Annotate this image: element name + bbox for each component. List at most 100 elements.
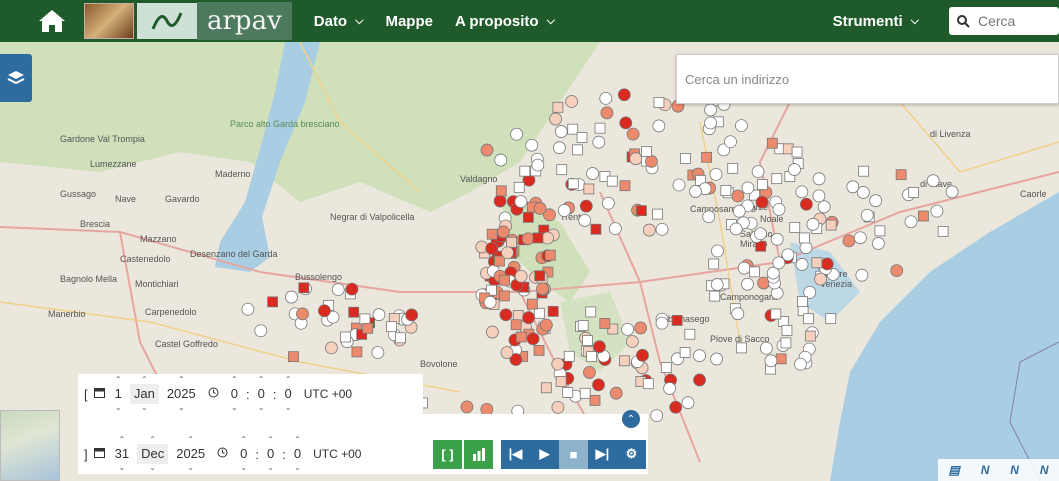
end-year-stepper[interactable]: ⌃ 2025 ⌄ (172, 434, 209, 474)
station-marker-circle[interactable] (514, 195, 528, 209)
station-marker-circle[interactable] (405, 308, 419, 322)
chevron-up-icon[interactable]: ⌃ (187, 436, 194, 444)
chevron-up-icon[interactable]: ⌃ (178, 376, 185, 384)
station-marker-square[interactable] (340, 331, 351, 343)
station-marker-circle[interactable] (709, 167, 723, 181)
start-second[interactable]: 0 (280, 384, 295, 404)
chevron-down-icon[interactable]: ⌄ (115, 404, 122, 412)
station-marker-square[interactable] (567, 178, 579, 190)
station-marker-circle[interactable] (480, 143, 494, 157)
chevron-up-icon[interactable]: ⌃ (119, 436, 126, 444)
station-marker-circle[interactable] (754, 227, 767, 241)
station-marker-circle[interactable] (296, 307, 309, 321)
end-minute-stepper[interactable]: ⌃ 0 ⌄ (263, 434, 278, 474)
station-marker-square[interactable] (756, 179, 768, 190)
station-marker-square[interactable] (562, 386, 574, 398)
station-marker-square[interactable] (671, 315, 683, 326)
station-marker-square[interactable] (589, 395, 601, 406)
station-marker-circle[interactable] (812, 172, 826, 186)
start-day[interactable]: 1 (111, 384, 126, 404)
station-marker-circle[interactable] (629, 152, 643, 166)
chevron-down-icon[interactable]: ⌄ (285, 404, 292, 412)
station-marker-square[interactable] (544, 249, 556, 261)
station-marker-circle[interactable] (541, 231, 555, 245)
station-marker-circle[interactable] (318, 304, 331, 318)
station-marker-circle[interactable] (871, 237, 885, 250)
station-marker-circle[interactable] (794, 357, 807, 371)
station-marker-square[interactable] (583, 183, 595, 195)
station-marker-circle[interactable] (485, 325, 499, 339)
station-marker-square[interactable] (858, 165, 870, 177)
station-marker-circle[interactable] (689, 185, 702, 198)
station-marker-square[interactable] (641, 146, 652, 157)
station-marker-circle[interactable] (536, 282, 549, 296)
station-marker-circle[interactable] (770, 232, 784, 246)
station-marker-circle[interactable] (557, 204, 571, 217)
station-marker-square[interactable] (797, 296, 808, 307)
station-marker-circle[interactable] (795, 185, 809, 199)
station-marker-circle[interactable] (735, 119, 748, 133)
station-marker-circle[interactable] (579, 199, 593, 213)
station-marker-circle[interactable] (729, 222, 743, 236)
station-marker-circle[interactable] (554, 125, 568, 138)
station-marker-square[interactable] (359, 313, 371, 325)
station-marker-square[interactable] (720, 185, 732, 196)
station-marker-circle[interactable] (817, 200, 831, 214)
station-marker-circle[interactable] (494, 153, 508, 167)
end-second[interactable]: 0 (290, 444, 305, 464)
station-marker-square[interactable] (513, 181, 525, 193)
station-marker-circle[interactable] (652, 119, 666, 133)
station-marker-square[interactable] (874, 225, 886, 237)
station-marker-circle[interactable] (551, 357, 565, 371)
station-marker-square[interactable] (599, 318, 611, 329)
station-marker-square[interactable] (386, 321, 397, 333)
end-hour-stepper[interactable]: ⌃ 0 ⌄ (236, 434, 251, 474)
station-marker-circle[interactable] (731, 189, 745, 203)
start-month-stepper[interactable]: ⌃ Jan ⌄ (129, 374, 159, 414)
end-year[interactable]: 2025 (172, 444, 209, 464)
station-marker-circle[interactable] (669, 400, 683, 414)
station-marker-circle[interactable] (500, 346, 514, 359)
station-marker-circle[interactable] (860, 208, 874, 222)
station-marker-square[interactable] (811, 257, 823, 269)
skip-forward-button[interactable]: ▶| (588, 439, 617, 469)
station-marker-square[interactable] (494, 255, 505, 267)
station-marker-circle[interactable] (493, 194, 507, 208)
station-marker-circle[interactable] (681, 396, 695, 410)
start-second-stepper[interactable]: ⌃ 0 ⌄ (280, 374, 295, 414)
station-marker-circle[interactable] (551, 400, 565, 414)
station-marker-square[interactable] (781, 324, 793, 336)
station-marker-circle[interactable] (655, 316, 669, 330)
station-marker-square[interactable] (582, 335, 593, 347)
station-marker-square[interactable] (727, 162, 739, 174)
end-month-stepper[interactable]: ⌃ Dec ⌄ (137, 434, 169, 474)
attribution-item[interactable]: N (981, 463, 990, 477)
end-month[interactable]: Dec (137, 444, 169, 464)
station-marker-square[interactable] (780, 337, 792, 349)
station-marker-square[interactable] (642, 378, 654, 390)
end-minute[interactable]: 0 (263, 444, 278, 464)
skip-back-button[interactable]: |◀ (501, 439, 530, 469)
station-marker-circle[interactable] (592, 378, 605, 392)
station-marker-circle[interactable] (741, 277, 754, 291)
station-marker-square[interactable] (619, 180, 631, 192)
station-marker-circle[interactable] (926, 174, 940, 188)
station-marker-circle[interactable] (501, 246, 514, 260)
station-marker-circle[interactable] (483, 295, 497, 309)
station-marker-circle[interactable] (795, 258, 809, 271)
station-marker-square[interactable] (586, 351, 597, 363)
station-marker-circle[interactable] (578, 214, 592, 227)
attribution-item[interactable]: N (1010, 463, 1019, 477)
station-marker-square[interactable] (585, 306, 597, 318)
address-search-input[interactable] (677, 55, 1058, 103)
chevron-down-icon[interactable]: ⌄ (258, 404, 265, 412)
station-marker-circle[interactable] (531, 158, 545, 172)
station-marker-square[interactable] (708, 258, 720, 270)
chevron-up-icon[interactable]: ⌃ (115, 376, 122, 384)
chevron-up-icon[interactable]: ⌃ (258, 376, 265, 384)
station-marker-circle[interactable] (565, 95, 579, 108)
station-marker-circle[interactable] (710, 278, 724, 291)
station-marker-square[interactable] (789, 221, 801, 233)
station-marker-circle[interactable] (799, 241, 813, 255)
chevron-down-icon[interactable]: ⌄ (187, 464, 194, 472)
